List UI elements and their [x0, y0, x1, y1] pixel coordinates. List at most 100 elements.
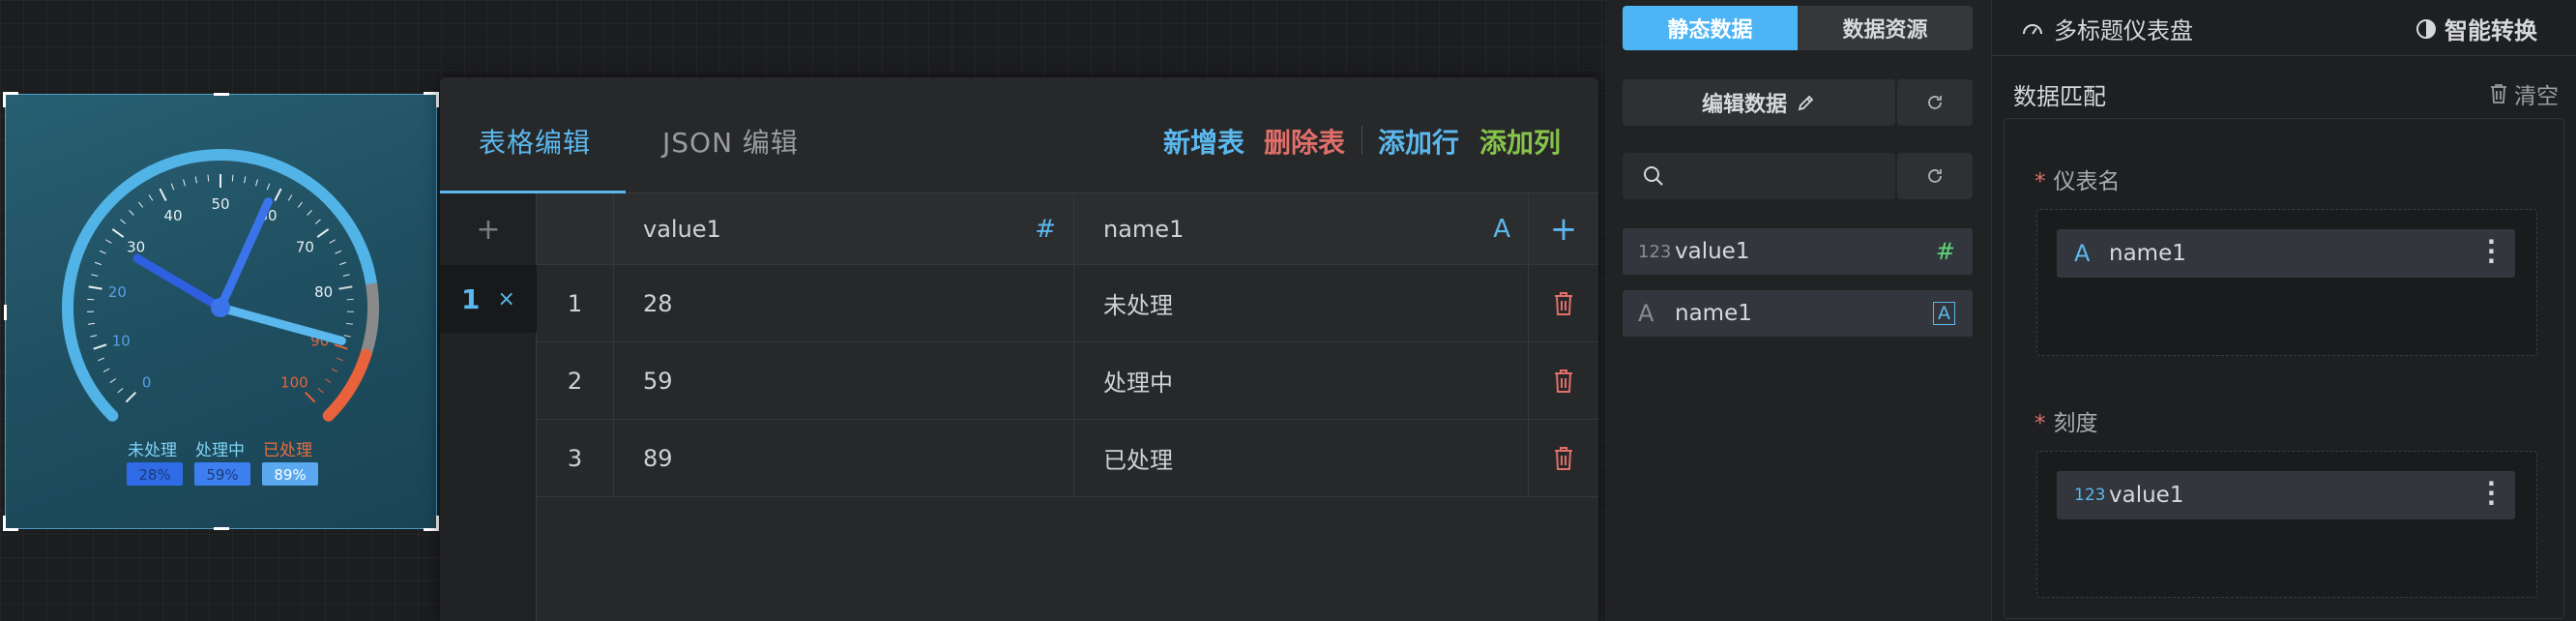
refresh-button[interactable] [1897, 79, 1973, 126]
add-column-icon[interactable]: + [1529, 193, 1598, 264]
gauge-tick [338, 285, 353, 290]
gauge-tick [109, 378, 116, 383]
gauge-arc-warn [360, 282, 379, 357]
gauge-legend: 未处理 28% 处理中 59% 已处理 89% [127, 441, 318, 486]
gauge-tick [316, 228, 330, 238]
gauge-tick [88, 322, 96, 325]
number-field-icon: # [1935, 238, 1955, 265]
gauge-tick-label: 30 [127, 239, 145, 256]
gauge-tick [331, 368, 338, 372]
reset-search-button[interactable] [1897, 153, 1973, 199]
pencil-icon [1798, 95, 1814, 111]
column-name: value1 [643, 215, 721, 243]
column-name: name1 [1103, 215, 1185, 243]
gauge-tick [339, 261, 347, 266]
data-editor-dialog: 表格编辑 JSON 编辑 新增表 删除表 添加行 添加列 + 1 × value… [440, 77, 1598, 621]
search-icon [1644, 166, 1663, 186]
smart-convert-button[interactable]: 智能转换 [2415, 12, 2537, 45]
gauge-tick [335, 250, 342, 254]
gauge-needle-untreated [132, 253, 225, 312]
gauge-tick [98, 357, 104, 362]
row-index: 2 [537, 342, 614, 419]
gauge-tick-label: 100 [280, 373, 308, 391]
delete-row-trash-icon[interactable] [1529, 265, 1598, 341]
resize-handle-top[interactable] [214, 93, 229, 96]
field-item-value1[interactable]: 123 value1 # [1623, 228, 1973, 275]
row-index: 1 [537, 265, 614, 341]
add-table-button[interactable]: 新增表 [1163, 122, 1244, 161]
gauge-tick-label: 0 [142, 373, 152, 391]
gauge-tick [266, 183, 271, 191]
tab-static-data[interactable]: 静态数据 [1623, 6, 1798, 50]
delete-table-button[interactable]: 删除表 [1264, 122, 1345, 161]
add-column-button[interactable]: 添加列 [1479, 122, 1561, 161]
gauge-tick [90, 335, 98, 338]
required-mark: * [2034, 169, 2046, 194]
cell-value1[interactable]: 59 [614, 342, 1074, 419]
more-vertical-icon[interactable]: · · · [2487, 230, 2496, 273]
delete-row-trash-icon[interactable] [1529, 420, 1598, 496]
gauge-tick [148, 194, 154, 201]
tab-json-edit[interactable]: JSON 编辑 [662, 122, 799, 161]
gauge-tick [102, 368, 110, 372]
gauge-tick [88, 285, 102, 290]
resize-handle-left[interactable] [4, 305, 7, 320]
refresh-icon [1928, 169, 1942, 183]
gauge-needle-processing [216, 197, 273, 312]
gauge-widget[interactable]: 0 10 20 30 40 50 60 70 80 90 100 未处理 28% 处理中 59% 已… [3, 92, 439, 531]
gauge-tick [314, 219, 321, 224]
gauge-tick [231, 174, 234, 182]
header-index-cell [537, 193, 614, 264]
data-source-panel: 静态数据 数据资源 编辑数据 123 value1 # A name1 A [1605, 0, 1992, 621]
refresh-icon [1928, 96, 1942, 109]
field-item-name1[interactable]: A name1 A [1623, 290, 1973, 337]
tab-data-resource[interactable]: 数据资源 [1798, 6, 1973, 50]
cell-value1[interactable]: 89 [614, 420, 1074, 496]
smart-convert-label: 智能转换 [2444, 17, 2537, 44]
gauge-tick [342, 274, 350, 277]
resize-handle-bottom-left[interactable] [3, 516, 18, 531]
sheet-tab-1[interactable]: 1 × [440, 265, 537, 333]
close-sheet-icon[interactable]: × [498, 287, 515, 311]
more-vertical-icon[interactable]: · · · [2487, 472, 2496, 515]
edit-data-button[interactable]: 编辑数据 [1623, 79, 1895, 126]
resize-handle-bottom-right[interactable] [424, 516, 439, 531]
dropzone-gauge-name[interactable]: A name1 · · · [2036, 209, 2537, 356]
gauge-tick [334, 343, 348, 350]
gauge-tick [297, 201, 303, 208]
cell-name1[interactable]: 处理中 [1074, 342, 1529, 419]
gauge-tick [255, 179, 258, 187]
cell-value1[interactable]: 28 [614, 265, 1074, 341]
gauge-tick [244, 176, 247, 184]
cell-name1[interactable]: 已处理 [1074, 420, 1529, 496]
column-header-name1[interactable]: name1 A [1074, 193, 1529, 264]
column-header-value1[interactable]: value1 # [614, 193, 1074, 264]
resize-handle-top-left[interactable] [3, 92, 18, 107]
add-sheet-button[interactable]: + [440, 193, 537, 265]
cell-name1[interactable]: 未处理 [1074, 265, 1529, 341]
field-search-input[interactable] [1623, 153, 1895, 199]
config-panel: 多标题仪表盘 智能转换 数据匹配 清空 * 仪表名 A name1 · · · * 刻度… [1992, 0, 2576, 621]
number-type-label: 123 [1638, 241, 1672, 262]
dropzone-scale[interactable]: 123 value1 · · · [2036, 451, 2537, 598]
mapped-field-chip[interactable]: 123 value1 · · · [2057, 471, 2515, 519]
gauge-tick [104, 239, 112, 244]
number-type-icon[interactable]: # [1035, 215, 1056, 244]
gauge-tick-label: 40 [163, 207, 182, 224]
trash-icon [2491, 84, 2506, 104]
resize-handle-bottom[interactable] [214, 527, 229, 530]
add-row-button[interactable]: 添加行 [1378, 122, 1459, 161]
tab-table-edit[interactable]: 表格编辑 [479, 122, 591, 161]
field-label-gauge-name: * 仪表名 [2034, 163, 2121, 195]
resize-handle-top-right[interactable] [424, 92, 439, 107]
text-type-icon: A [2074, 240, 2091, 267]
delete-row-trash-icon[interactable] [1529, 342, 1598, 419]
clear-button[interactable]: 清空 [2489, 77, 2559, 110]
text-type-icon[interactable]: A [1493, 215, 1510, 244]
field-name: value1 [1675, 239, 1750, 264]
gauge-hub [211, 298, 230, 317]
chip-field-name: name1 [2109, 241, 2186, 266]
gauge-tick [337, 357, 343, 362]
mapped-field-chip[interactable]: A name1 · · · [2057, 229, 2515, 278]
gauge-tick [304, 391, 316, 403]
